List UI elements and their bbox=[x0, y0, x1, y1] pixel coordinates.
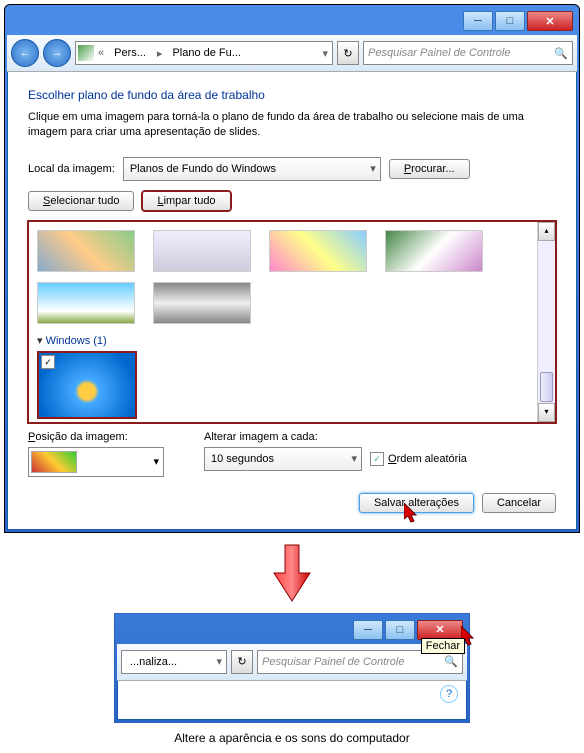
address-bar[interactable]: ...naliza... ▾ bbox=[121, 650, 227, 674]
titlebar: ─ □ ✕ bbox=[117, 616, 467, 644]
thumbnail[interactable] bbox=[37, 282, 135, 324]
back-button[interactable]: ← bbox=[11, 39, 39, 67]
page-title: Escolher plano de fundo da área de traba… bbox=[28, 88, 556, 102]
clear-all-button[interactable]: Limpar tudo bbox=[142, 191, 230, 211]
browse-button[interactable]: Procurar... bbox=[389, 159, 470, 179]
forward-button[interactable]: → bbox=[43, 39, 71, 67]
location-combo[interactable]: Planos de Fundo do Windows bbox=[123, 157, 381, 181]
thumbnail[interactable] bbox=[153, 230, 251, 272]
close-button[interactable]: ✕ bbox=[527, 11, 573, 31]
position-combo[interactable] bbox=[28, 447, 164, 477]
scroll-down-icon[interactable]: ▾ bbox=[538, 403, 555, 422]
breadcrumb-1[interactable]: Pers... bbox=[108, 47, 153, 59]
minimize-button[interactable]: ─ bbox=[353, 620, 383, 640]
shuffle-checkbox[interactable]: ✓ Ordem aleatória bbox=[370, 452, 467, 466]
dropdown-icon[interactable]: ▾ bbox=[320, 47, 330, 60]
scroll-up-icon[interactable]: ▴ bbox=[538, 222, 555, 241]
scroll-thumb[interactable] bbox=[540, 372, 553, 402]
nav-bar: ...naliza... ▾ ↻ Pesquisar Painel de Con… bbox=[117, 644, 467, 681]
search-icon: 🔍 bbox=[444, 655, 458, 668]
breadcrumb-sep: « bbox=[96, 47, 106, 59]
refresh-button[interactable]: ↻ bbox=[337, 41, 359, 65]
chevron-right-icon: ▸ bbox=[155, 47, 165, 60]
thumbnail[interactable] bbox=[37, 230, 135, 272]
dropdown-icon[interactable]: ▾ bbox=[214, 655, 224, 668]
content-area: ? bbox=[117, 681, 467, 720]
search-icon: 🔍 bbox=[554, 47, 568, 60]
nav-bar: ← → « Pers... ▸ Plano de Fu... ▾ ↻ Pesqu… bbox=[7, 35, 577, 72]
refresh-button[interactable]: ↻ bbox=[231, 650, 253, 674]
search-placeholder: Pesquisar Painel de Controle bbox=[368, 47, 510, 59]
help-icon[interactable]: ? bbox=[440, 685, 458, 703]
position-label: Posição da imagem: bbox=[28, 431, 164, 443]
interval-label: Alterar imagem a cada: bbox=[204, 431, 467, 443]
thumbnail[interactable] bbox=[153, 282, 251, 324]
location-label: Local da imagem: bbox=[28, 163, 115, 175]
control-panel-window: ─ □ ✕ ← → « Pers... ▸ Plano de Fu... ▾ ↻… bbox=[4, 4, 580, 533]
cancel-button[interactable]: Cancelar bbox=[482, 493, 556, 513]
interval-combo[interactable]: 10 segundos bbox=[204, 447, 362, 471]
maximize-button[interactable]: □ bbox=[495, 11, 525, 31]
arrow-down-icon bbox=[272, 543, 312, 603]
position-thumb-icon bbox=[31, 451, 77, 473]
titlebar: ─ □ ✕ bbox=[7, 7, 577, 35]
search-input[interactable]: Pesquisar Painel de Controle 🔍 bbox=[363, 41, 573, 65]
group-header[interactable]: Windows (1) bbox=[37, 334, 535, 347]
wallpaper-gallery: Windows (1) ▴ ▾ bbox=[28, 221, 556, 423]
search-placeholder: Pesquisar Painel de Controle bbox=[262, 656, 404, 668]
content-area: Escolher plano de fundo da área de traba… bbox=[7, 72, 577, 530]
minimize-button[interactable]: ─ bbox=[463, 11, 493, 31]
page-description: Clique em uma imagem para torná-la o pla… bbox=[28, 110, 556, 141]
thumbnail[interactable] bbox=[385, 230, 483, 272]
breadcrumb-1[interactable]: ...naliza... bbox=[124, 656, 184, 668]
caption: Altere a aparência e os sons do computad… bbox=[0, 731, 584, 745]
address-bar[interactable]: « Pers... ▸ Plano de Fu... ▾ bbox=[75, 41, 333, 65]
close-button[interactable]: ✕ bbox=[417, 620, 463, 640]
thumbnail[interactable] bbox=[269, 230, 367, 272]
scrollbar[interactable]: ▴ ▾ bbox=[537, 222, 555, 422]
checkbox-icon: ✓ bbox=[370, 452, 384, 466]
personalization-window: ─ □ ✕ Fechar ...naliza... ▾ ↻ Pesquisar … bbox=[114, 613, 470, 723]
close-tooltip: Fechar bbox=[421, 638, 465, 654]
select-all-button[interactable]: Selecionar tudo bbox=[28, 191, 134, 211]
location-icon bbox=[78, 45, 94, 61]
maximize-button[interactable]: □ bbox=[385, 620, 415, 640]
thumbnail-selected[interactable] bbox=[37, 351, 137, 419]
breadcrumb-2[interactable]: Plano de Fu... bbox=[166, 47, 248, 59]
